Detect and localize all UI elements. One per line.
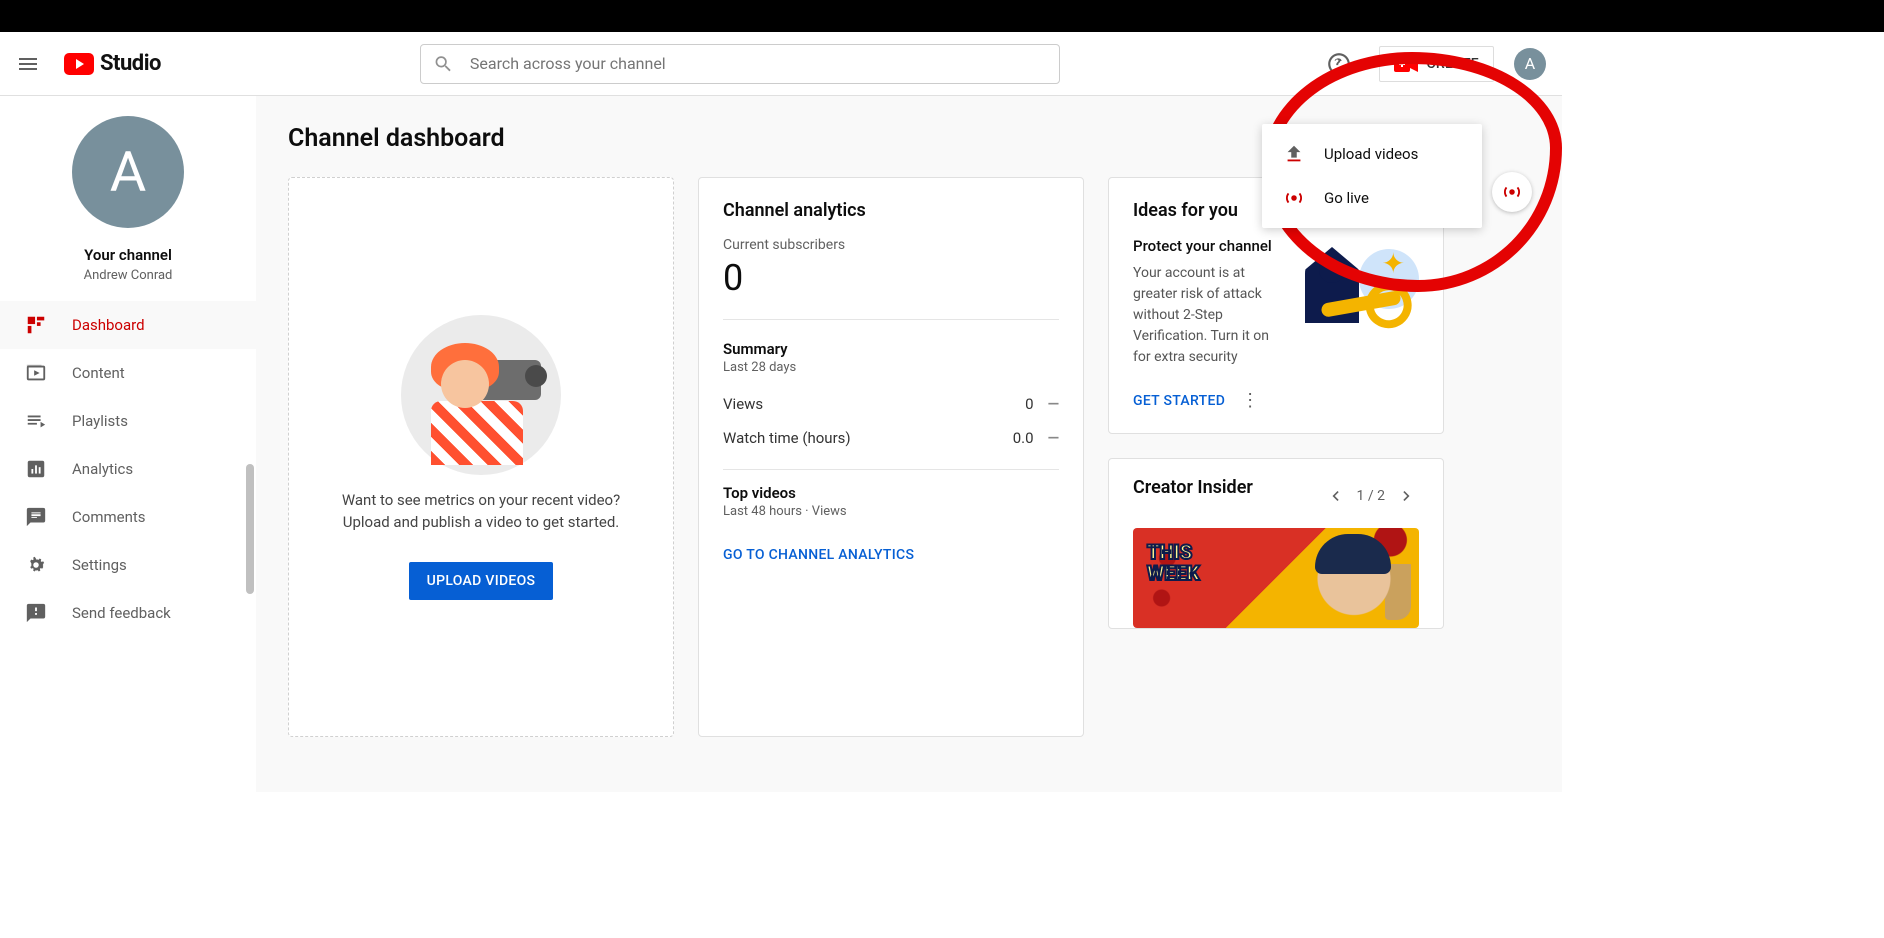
creator-insider-card: Creator Insider 1 / 2 <box>1108 458 1444 629</box>
stat-watchtime: Watch time (hours) 0.0— <box>723 421 1059 455</box>
gear-icon <box>24 553 48 577</box>
menu-icon[interactable] <box>16 52 40 76</box>
channel-label: Your channel <box>84 246 172 264</box>
create-menu: Upload videos Go live <box>1262 124 1482 228</box>
pager-prev[interactable] <box>1323 484 1347 508</box>
goto-analytics-link[interactable]: GO TO CHANNEL ANALYTICS <box>723 531 914 563</box>
header: Studio CREATE A <box>0 32 1562 96</box>
logo-text: Studio <box>100 51 161 76</box>
sidebar-item-feedback[interactable]: Send feedback <box>0 589 256 637</box>
sidebar-item-playlists[interactable]: Playlists <box>0 397 256 445</box>
live-icon <box>1282 186 1306 210</box>
content-icon <box>24 361 48 385</box>
youtube-icon <box>64 53 94 75</box>
scrollbar-thumb[interactable] <box>246 464 254 594</box>
live-icon <box>1501 181 1523 203</box>
pager-text: 1 / 2 <box>1357 488 1385 504</box>
get-started-link[interactable]: GET STARTED <box>1133 393 1225 409</box>
help-button[interactable] <box>1319 44 1359 84</box>
sidebar: A Your channel Andrew Conrad Dashboard C… <box>0 96 256 792</box>
analytics-card: Channel analytics Current subscribers 0 … <box>698 177 1084 737</box>
analytics-title: Channel analytics <box>723 200 1059 221</box>
create-menu-golive[interactable]: Go live <box>1262 176 1482 220</box>
playlists-icon <box>24 409 48 433</box>
studio-logo[interactable]: Studio <box>64 51 161 76</box>
insider-thumbnail[interactable]: THIS WEEK <box>1133 528 1419 628</box>
upload-icon <box>1282 142 1306 166</box>
upload-videos-button[interactable]: UPLOAD VIDEOS <box>409 562 554 600</box>
stat-views: Views 0— <box>723 387 1059 421</box>
create-menu-upload[interactable]: Upload videos <box>1262 132 1482 176</box>
golive-fab[interactable] <box>1492 172 1532 212</box>
upload-card: Want to see metrics on your recent video… <box>288 177 674 737</box>
analytics-icon <box>24 457 48 481</box>
sidebar-item-content[interactable]: Content <box>0 349 256 397</box>
upload-illustration <box>401 315 561 475</box>
account-avatar[interactable]: A <box>1514 48 1546 80</box>
chevron-right-icon <box>1397 486 1417 506</box>
sidebar-item-dashboard[interactable]: Dashboard <box>0 301 256 349</box>
sidebar-item-comments[interactable]: Comments <box>0 493 256 541</box>
channel-avatar[interactable]: A <box>72 116 184 228</box>
create-button[interactable]: CREATE <box>1379 46 1494 82</box>
chevron-left-icon <box>1325 486 1345 506</box>
dashboard-icon <box>24 313 48 337</box>
help-icon <box>1326 51 1352 77</box>
protect-illustration: ✦ <box>1299 237 1419 347</box>
create-icon <box>1394 56 1418 72</box>
channel-name: Andrew Conrad <box>84 268 173 283</box>
search-input[interactable] <box>470 54 1047 73</box>
subscriber-count: 0 <box>723 257 1059 299</box>
sidebar-item-analytics[interactable]: Analytics <box>0 445 256 493</box>
search-icon <box>433 53 454 75</box>
search-box[interactable] <box>420 44 1060 84</box>
more-icon[interactable]: ⋮ <box>1241 390 1259 411</box>
comments-icon <box>24 505 48 529</box>
sidebar-item-settings[interactable]: Settings <box>0 541 256 589</box>
pager-next[interactable] <box>1395 484 1419 508</box>
create-label: CREATE <box>1426 56 1479 72</box>
feedback-icon <box>24 601 48 625</box>
